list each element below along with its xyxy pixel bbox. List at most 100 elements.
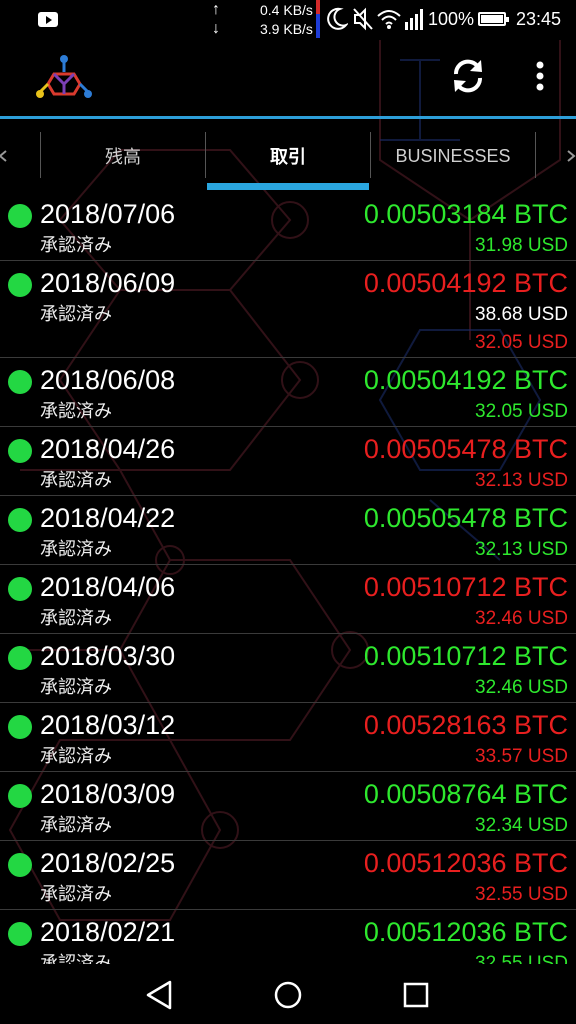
refresh-icon[interactable]: [448, 56, 488, 96]
transaction-usd-amount: 32.46 USD: [475, 608, 568, 629]
tab-balance[interactable]: 残高: [41, 130, 205, 182]
transaction-usd-amount: 32.13 USD: [475, 539, 568, 560]
network-speed: 0.4 KB/s 3.9 KB/s: [260, 1, 313, 39]
transaction-date: 2018/03/09: [40, 779, 176, 809]
transaction-row[interactable]: 2018/07/06 承認済み 0.00503184 BTC 31.98 USD: [0, 192, 576, 261]
transaction-status: 承認済み: [40, 235, 112, 256]
transaction-date: 2018/06/08: [40, 365, 176, 395]
transaction-date: 2018/07/06: [40, 199, 176, 229]
network-activity-icon: ↑ ↓: [207, 0, 225, 38]
confirmed-dot-icon: [8, 439, 32, 463]
tab-indicator: [207, 183, 369, 190]
transaction-btc-amount: 0.00528163 BTC: [363, 710, 568, 740]
transaction-row[interactable]: 2018/04/06 承認済み 0.00510712 BTC 32.46 USD: [0, 565, 576, 634]
confirmed-dot-icon: [8, 577, 32, 601]
transaction-btc-amount: 0.00504192 BTC: [363, 268, 568, 298]
navigation-bar: [0, 964, 576, 1024]
transaction-usd-current: 38.68 USD: [475, 304, 568, 325]
transaction-status: 承認済み: [40, 401, 112, 422]
transaction-btc-amount: 0.00512036 BTC: [363, 917, 568, 947]
transaction-btc-amount: 0.00503184 BTC: [363, 199, 568, 229]
transaction-btc-amount: 0.00508764 BTC: [363, 779, 568, 809]
battery-icon: [478, 12, 509, 26]
recents-square-icon[interactable]: [396, 978, 436, 1012]
transaction-row[interactable]: 2018/03/09 承認済み 0.00508764 BTC 32.34 USD: [0, 772, 576, 841]
tab-businesses[interactable]: BUSINESSES: [371, 130, 535, 182]
moon-icon: [327, 7, 348, 30]
transaction-list[interactable]: 2018/07/06 承認済み 0.00503184 BTC 31.98 USD 201…: [0, 192, 576, 964]
transaction-date: 2018/04/22: [40, 503, 176, 533]
confirmed-dot-icon: [8, 715, 32, 739]
app-bar: [0, 40, 576, 116]
confirmed-dot-icon: [8, 273, 32, 297]
transaction-row[interactable]: 2018/03/30 承認済み 0.00510712 BTC 32.46 USD: [0, 634, 576, 703]
transaction-usd-amount: 32.05 USD: [475, 332, 568, 353]
tab-transactions[interactable]: 取引: [206, 130, 370, 182]
home-circle-icon[interactable]: [268, 978, 308, 1012]
transaction-status: 承認済み: [40, 815, 112, 836]
transaction-date: 2018/04/06: [40, 572, 176, 602]
mute-icon: [353, 7, 373, 31]
transaction-date: 2018/02/21: [40, 917, 176, 947]
battery-level: 100%: [428, 9, 475, 29]
transaction-usd-amount: 32.34 USD: [475, 815, 568, 836]
confirmed-dot-icon: [8, 508, 32, 532]
transaction-status: 承認済み: [40, 746, 112, 767]
signal-icon: [405, 9, 423, 30]
transaction-btc-amount: 0.00505478 BTC: [363, 434, 568, 464]
transaction-btc-amount: 0.00510712 BTC: [363, 641, 568, 671]
transaction-status: 承認済み: [40, 608, 112, 629]
confirmed-dot-icon: [8, 784, 32, 808]
transaction-date: 2018/02/25: [40, 848, 176, 878]
clock: 23:45: [516, 9, 562, 29]
status-bar: ↑ ↓ 0.4 KB/s 3.9 KB/s 100% 23:45: [0, 0, 576, 40]
transaction-row[interactable]: 2018/06/09 承認済み 0.00504192 BTC 38.68 USD 32.…: [0, 261, 576, 358]
app-bar-divider: [0, 116, 576, 119]
transaction-usd-amount: 32.05 USD: [475, 401, 568, 422]
tab-scroll-right-icon: [567, 150, 576, 162]
transaction-row[interactable]: 2018/04/26 承認済み 0.00505478 BTC 32.13 USD: [0, 427, 576, 496]
transaction-row[interactable]: 2018/03/12 承認済み 0.00528163 BTC 33.57 USD: [0, 703, 576, 772]
transaction-status: 承認済み: [40, 539, 112, 560]
transaction-status: 承認済み: [40, 677, 112, 698]
transaction-usd-amount: 32.13 USD: [475, 470, 568, 491]
download-speed: 3.9 KB/s: [260, 21, 313, 37]
transaction-usd-amount: 33.57 USD: [475, 746, 568, 767]
download-arrow-icon: ↓: [212, 20, 220, 37]
tab-scroll-left-icon: [0, 150, 7, 162]
transaction-usd-amount: 32.55 USD: [475, 953, 568, 964]
upload-speed: 0.4 KB/s: [260, 2, 313, 18]
transaction-row[interactable]: 2018/04/22 承認済み 0.00505478 BTC 32.13 USD: [0, 496, 576, 565]
confirmed-dot-icon: [8, 370, 32, 394]
confirmed-dot-icon: [8, 922, 32, 946]
transaction-btc-amount: 0.00504192 BTC: [363, 365, 568, 395]
transaction-status: 承認済み: [40, 953, 112, 964]
transaction-row[interactable]: 2018/06/08 承認済み 0.00504192 BTC 32.05 USD: [0, 358, 576, 427]
transaction-status: 承認済み: [40, 304, 112, 325]
tab-divider: [535, 132, 536, 178]
transaction-status: 承認済み: [40, 884, 112, 905]
back-triangle-icon[interactable]: [140, 978, 180, 1012]
wifi-icon: [377, 10, 401, 29]
transaction-status: 承認済み: [40, 470, 112, 491]
transaction-usd-amount: 32.46 USD: [475, 677, 568, 698]
transaction-usd-amount: 31.98 USD: [475, 235, 568, 256]
transaction-btc-amount: 0.00510712 BTC: [363, 572, 568, 602]
transaction-date: 2018/03/12: [40, 710, 176, 740]
transaction-btc-amount: 0.00505478 BTC: [363, 503, 568, 533]
mycelium-logo-icon: [36, 55, 92, 98]
transaction-date: 2018/06/09: [40, 268, 176, 298]
more-vert-icon[interactable]: [526, 56, 554, 96]
transaction-btc-amount: 0.00512036 BTC: [363, 848, 568, 878]
confirmed-dot-icon: [8, 853, 32, 877]
transaction-usd-amount: 32.55 USD: [475, 884, 568, 905]
transaction-row[interactable]: 2018/02/21 承認済み 0.00512036 BTC 32.55 USD: [0, 910, 576, 964]
transaction-row[interactable]: 2018/02/25 承認済み 0.00512036 BTC 32.55 USD: [0, 841, 576, 910]
tab-bar: 残高 取引 BUSINESSES: [0, 130, 576, 192]
transaction-date: 2018/04/26: [40, 434, 176, 464]
video-notification-icon: [38, 12, 58, 27]
speed-indicator-bar: [316, 0, 320, 38]
transaction-date: 2018/03/30: [40, 641, 176, 671]
confirmed-dot-icon: [8, 204, 32, 228]
confirmed-dot-icon: [8, 646, 32, 670]
